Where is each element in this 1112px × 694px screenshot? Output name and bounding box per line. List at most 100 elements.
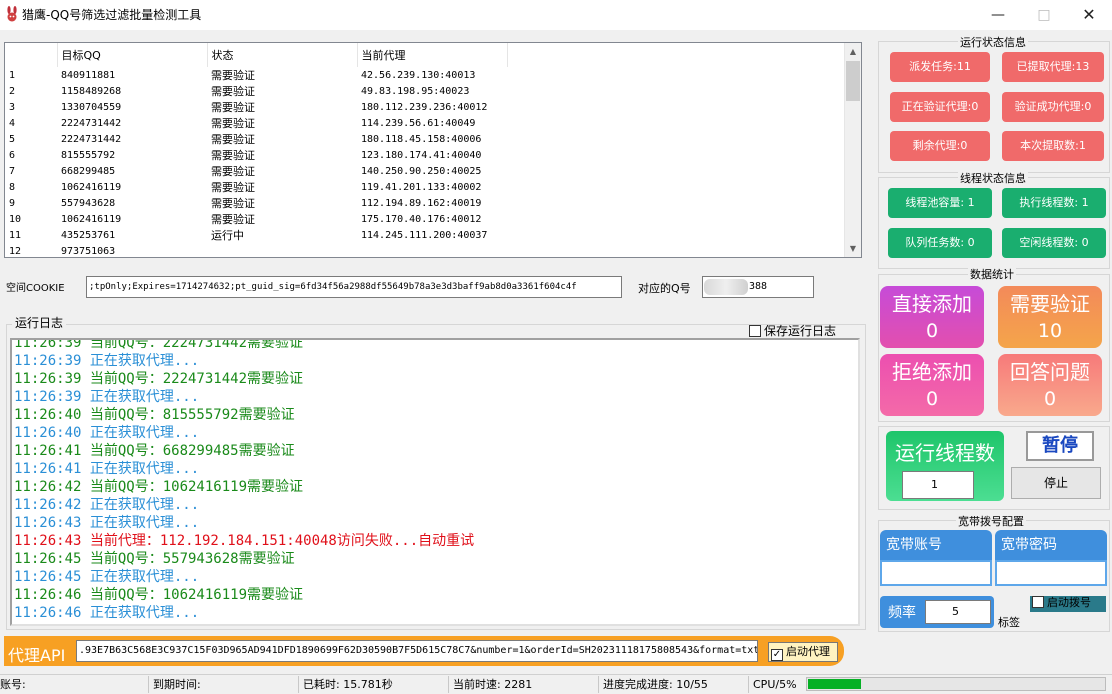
scroll-thumb[interactable] [846,61,860,101]
minimize-button[interactable]: — [975,0,1021,30]
cookie-input[interactable]: ;tpOnly;Expires=1714274632;pt_guid_sig=6… [86,276,622,298]
log-line: 11:26:41 当前QQ号：668299485需要验证 [14,443,295,459]
status-elapsed: 已耗时: 15.781秒 [298,676,393,693]
checkbox-icon[interactable] [749,325,761,337]
cell-target-qq: 840911881 [61,69,116,81]
table-scrollbar[interactable]: ▲ ▼ [844,43,861,257]
log-line: 11:26:42 正在获取代理... [14,497,200,513]
cell-target-qq: 1330704559 [61,101,122,113]
status-progress-text: 进度完成进度: 10/55 [598,676,708,693]
cell-index: 11 [9,229,22,241]
cell-index: 7 [9,165,16,177]
cell-status: 需要验证 [211,181,255,194]
log-line: 11:26:40 正在获取代理... [14,425,200,441]
start-proxy-label: 启动代理 [786,645,830,658]
log-line: 11:26:39 当前QQ号：2224731442需要验证 [14,371,304,387]
progress-bar [806,677,1106,691]
auto-dial-checkbox[interactable]: 启动拨号 [1030,596,1106,612]
log-textarea[interactable]: 11:26:39 当前QQ号：2224731442需要验证 11:26:39 正在… [10,338,860,626]
table-row[interactable]: 9 557943628 需要验证 112.194.89.162:40019 [5,195,507,211]
cell-index: 8 [9,181,16,193]
cell-status: 需要验证 [211,197,255,210]
log-line: 11:26:46 正在获取代理... [14,605,200,621]
cell-proxy: 112.194.89.162:40019 [361,197,482,209]
log-title: 运行日志 [12,314,67,331]
cell-proxy: 123.180.174.41:40040 [361,149,482,161]
cell-index: 6 [9,149,16,161]
stat-label: 拒绝添加 [892,360,972,384]
log-line: 11:26:45 正在获取代理... [14,569,200,585]
stat-label: 回答问题 [1010,360,1090,384]
stats-title: 数据统计 [968,266,1016,282]
cell-index: 3 [9,101,16,113]
broadband-account-input[interactable] [880,560,992,586]
progress-fill [808,679,861,689]
column-header-index[interactable] [5,43,58,67]
threads-input[interactable]: 1 [902,471,974,499]
stat-value: 10 [1037,320,1063,342]
stat-card-direct-add: 直接添加 0 [880,286,984,348]
table-row[interactable]: 11 435253761 运行中 114.245.111.200:40037 [5,227,507,243]
cell-status: 运行中 [211,229,244,242]
start-proxy-checkbox[interactable]: ✓ 启动代理 [768,642,838,662]
column-header-status[interactable]: 状态 [207,43,358,67]
table-row[interactable]: 4 2224731442 需要验证 114.239.56.61:40049 [5,115,507,131]
scroll-down-icon[interactable]: ▼ [845,240,861,257]
log-line: 11:26:43 当前代理：112.192.184.151:40048访问失败.… [14,533,475,549]
checkbox-icon[interactable] [1032,596,1044,608]
cell-status: 需要验证 [211,133,255,146]
api-label: 代理API [8,646,66,665]
broadband-password-input[interactable] [995,560,1107,586]
table-row[interactable]: 5 2224731442 需要验证 180.118.45.158:40006 [5,131,507,147]
cell-proxy: 180.118.45.158:40006 [361,133,482,145]
run-status-item: 验证成功代理:0 [1002,92,1104,122]
cell-target-qq: 557943628 [61,197,116,209]
thread-status-title: 线程状态信息 [958,170,1028,186]
table-row[interactable]: 6 815555792 需要验证 123.180.174.41:40040 [5,147,507,163]
result-table[interactable]: 目标QQ 状态 当前代理 1 840911881 需要验证 42.56.239.130… [4,42,862,258]
cell-status: 需要验证 [211,117,255,130]
cell-proxy: 119.41.201.133:40002 [361,181,482,193]
stat-label: 直接添加 [892,292,972,316]
stat-value: 0 [1043,388,1057,410]
log-line: 11:26:46 当前QQ号：1062416119需要验证 [14,587,304,603]
pause-button[interactable]: 暂停 [1026,431,1094,461]
table-row[interactable]: 3 1330704559 需要验证 180.112.239.236:40012 [5,99,507,115]
check-icon[interactable]: ✓ [771,649,783,661]
cell-proxy: 140.250.90.250:40025 [361,165,482,177]
cell-target-qq: 815555792 [61,149,116,161]
maximize-button[interactable]: □ [1021,0,1067,30]
table-row[interactable]: 2 1158489268 需要验证 49.83.198.95:40023 [5,83,507,99]
column-header-target-qq[interactable]: 目标QQ [57,43,208,67]
thread-status-item: 线程池容量: 1 [888,188,992,218]
save-log-checkbox[interactable]: 保存运行日志 [749,322,836,339]
table-row[interactable]: 12 973751063 [5,243,507,257]
table-row[interactable]: 10 1062416119 需要验证 175.170.40.176:40012 [5,211,507,227]
table-row[interactable]: 8 1062416119 需要验证 119.41.201.133:40002 [5,179,507,195]
thread-status-item: 空闲线程数: 0 [1002,228,1106,258]
run-status-item: 已提取代理:13 [1002,52,1104,82]
cell-target-qq: 973751063 [61,245,116,257]
cell-index: 2 [9,85,16,97]
cell-status: 需要验证 [211,69,255,82]
log-line: 11:26:41 正在获取代理... [14,461,200,477]
scroll-up-icon[interactable]: ▲ [845,43,861,60]
cell-target-qq: 1158489268 [61,85,122,97]
broadband-title: 宽带拨号配置 [956,513,1026,529]
rate-label: 频率 [888,605,916,621]
table-row[interactable]: 1 840911881 需要验证 42.56.239.130:40013 [5,67,507,83]
stat-label: 需要验证 [1010,292,1090,316]
rate-input[interactable]: 5 [925,600,991,624]
table-header-row: 目标QQ 状态 当前代理 [5,43,508,67]
stop-button[interactable]: 停止 [1011,467,1101,499]
stat-card-rejected: 拒绝添加 0 [880,354,984,416]
table-row[interactable]: 7 668299485 需要验证 140.250.90.250:40025 [5,163,507,179]
cell-target-qq: 1062416119 [61,181,122,193]
close-button[interactable]: ✕ [1066,0,1112,30]
api-url-input[interactable]: .93E7B63C568E3C937C15F03D965AD941DFD1890… [76,640,758,662]
column-header-proxy[interactable]: 当前代理 [357,43,508,67]
run-status-item: 剩余代理:0 [890,131,990,161]
auto-dial-label: 启动拨号 [1047,596,1091,609]
thread-status-item: 队列任务数: 0 [888,228,992,258]
log-line: 11:26:39 正在获取代理... [14,353,200,369]
